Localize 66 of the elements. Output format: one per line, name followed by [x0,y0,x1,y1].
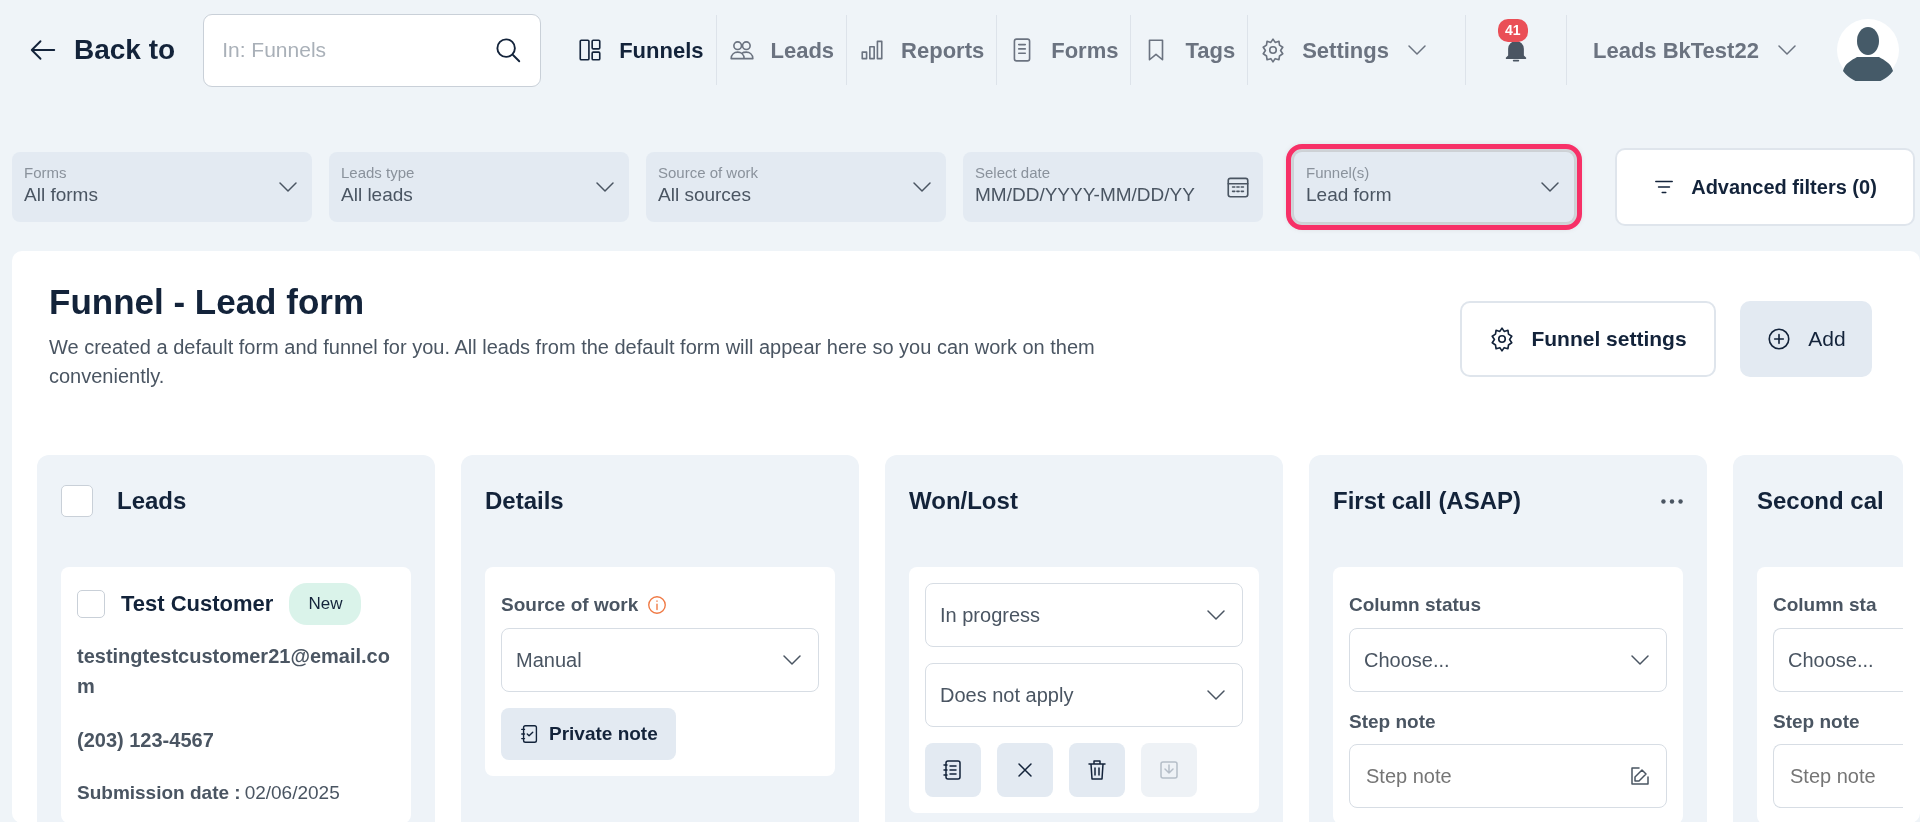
settings-icon [1260,37,1287,63]
nav-tab[interactable]: Forms [997,15,1132,85]
avatar[interactable] [1836,19,1899,81]
action-button[interactable] [925,743,981,797]
funnel-description: We created a default form and funnel for you. All leads from the default form will appear here so you can work on them conveniently. [49,335,1096,389]
funnel-title: Funnel - Lead form [49,281,365,323]
field-label: Column status [1349,593,1482,617]
select-field[interactable]: Choose... [1349,627,1667,692]
nav-tab[interactable]: Tags [1131,15,1249,85]
filter-value: All sources [658,183,752,207]
filter-value: MM/DD/YYYY-MM/DD/YY [975,183,1195,207]
filter-dropdown[interactable]: Leads type All leads [329,152,629,222]
nav-tab[interactable]: Funnels [565,15,717,85]
action-button[interactable] [997,743,1053,797]
lead-email: testingtestcustomer21@email.com [77,643,391,699]
nav-tab[interactable]: Leads [716,15,848,85]
field-label: Submission date : [77,780,241,805]
filter-label: Leads type [341,164,415,181]
trash-icon [1085,758,1109,782]
column-title: Won/Lost [909,486,1018,516]
field-label: Step note [1349,709,1437,734]
checkbox[interactable] [61,485,93,517]
info-icon [646,594,669,617]
search-field[interactable]: In: Funnels [203,13,542,87]
layout-icon [577,37,604,63]
select-field[interactable]: In progress [925,583,1243,647]
select-field[interactable]: Choose... [1773,627,1903,692]
filter-dropdown[interactable]: Forms All forms [12,152,312,222]
field-label: Source of work [501,593,639,617]
column-title: Details [485,486,564,516]
column-title: First call (ASAP) [1333,486,1522,516]
funnel-settings-button[interactable]: Funnel settings [1460,301,1716,377]
action-button[interactable] [1069,743,1125,797]
filter-value: Lead form [1306,183,1392,207]
nav-tab[interactable]: Settings [1248,15,1441,85]
submission-date: 02/06/2025 [244,780,340,805]
advanced-filters-button[interactable]: Advanced filters (0) [1615,148,1915,226]
select-field[interactable]: Does not apply [925,663,1243,727]
status-badge: New [289,583,362,625]
filter-dropdown[interactable]: Select date MM/DD/YYYY-MM/DD/YY [963,152,1263,222]
filter-value: All forms [24,183,98,207]
filter-label: Source of work [658,164,759,181]
back-button[interactable]: Back to [28,29,176,71]
filter-label: Forms [24,164,68,181]
notification-count: 41 [1498,19,1528,42]
filter-label: Select date [975,164,1052,181]
step-note-field[interactable]: Step note [1349,744,1667,808]
filter-value: All leads [341,183,414,207]
more-icon[interactable] [1661,498,1683,504]
download-icon [1157,758,1181,782]
add-button[interactable]: Add [1740,301,1872,377]
private-note-button[interactable]: Private note [501,707,676,760]
account-menu[interactable]: Leads BkTest22 [1567,33,1813,67]
step-note-field[interactable]: Step note [1773,744,1903,808]
column-title: Leads [117,486,187,516]
checkbox[interactable] [77,589,105,618]
nav-tab[interactable]: Reports [847,15,998,85]
select-field[interactable]: Manual [501,627,819,692]
field-label: Column sta [1773,593,1878,617]
filter-dropdown[interactable]: Source of work All sources [646,152,946,222]
filter-label: Funnel(s) [1306,164,1371,181]
column-title: Second cal [1757,486,1884,516]
lead-phone: (203) 123-4567 [77,727,215,753]
edit-icon [1628,764,1652,788]
field-label: Step note [1773,709,1861,734]
lead-name: Test Customer [121,590,274,619]
